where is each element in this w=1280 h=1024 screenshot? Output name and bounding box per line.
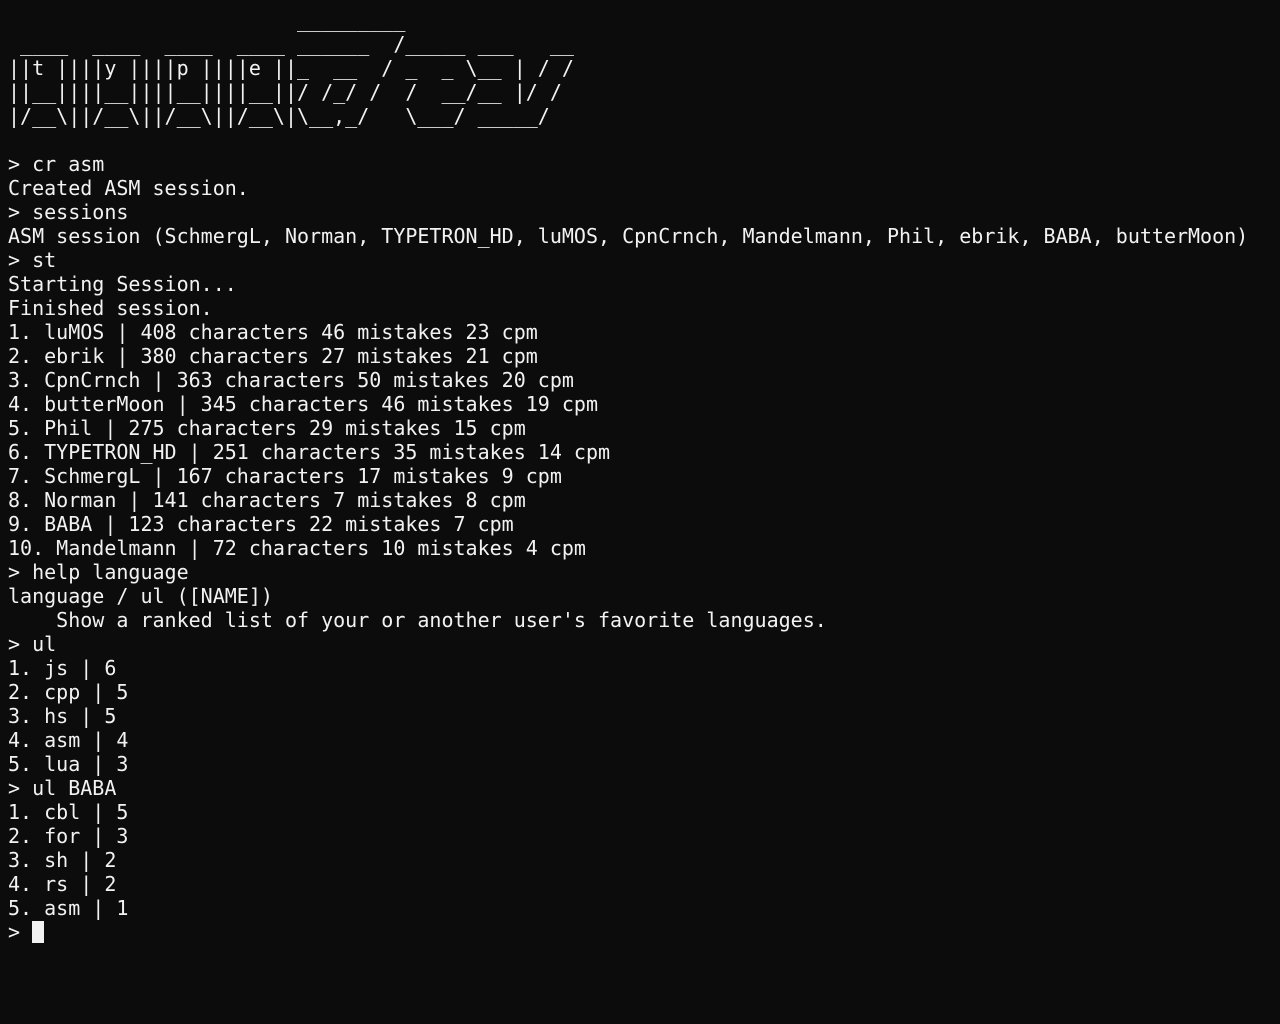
output-line: language / ul ([NAME]) xyxy=(8,584,273,608)
output-line: 1. js | 6 xyxy=(8,656,117,680)
banner-line: ____ ____ ____ ____ ______ /_____ ___ __ xyxy=(8,32,574,56)
output-line: 2. ebrik | 380 characters 27 mistakes 21… xyxy=(8,344,538,368)
output-line: 1. cbl | 5 xyxy=(8,800,129,824)
prompt-line[interactable]: > xyxy=(8,920,1272,944)
output-line: 10. Mandelmann | 72 characters 10 mistak… xyxy=(8,536,586,560)
output-line: 5. asm | 1 xyxy=(8,896,129,920)
command-line: > sessions xyxy=(8,200,129,224)
command-line: > ul BABA xyxy=(8,776,117,800)
terminal-output: > cr asm Created ASM session. > sessions AS… xyxy=(8,128,1272,920)
output-line: 6. TYPETRON_HD | 251 characters 35 mista… xyxy=(8,440,611,464)
command-line: > ul xyxy=(8,632,57,656)
output-line: Starting Session... xyxy=(8,272,237,296)
output-line: 9. BABA | 123 characters 22 mistakes 7 c… xyxy=(8,512,514,536)
output-line: 3. hs | 5 xyxy=(8,704,117,728)
output-line: 1. luMOS | 408 characters 46 mistakes 23… xyxy=(8,320,538,344)
output-line: 2. cpp | 5 xyxy=(8,680,129,704)
output-line: 4. butterMoon | 345 characters 46 mistak… xyxy=(8,392,599,416)
command-line: > help language xyxy=(8,560,189,584)
banner-line: ||t ||||y ||||p ||||e ||_ __ / _ _ \__ |… xyxy=(8,56,574,80)
output-line: 7. SchmergL | 167 characters 17 mistakes… xyxy=(8,464,562,488)
output-line: 8. Norman | 141 characters 7 mistakes 8 … xyxy=(8,488,526,512)
output-line: Finished session. xyxy=(8,296,213,320)
output-line: 4. asm | 4 xyxy=(8,728,129,752)
output-line: Show a ranked list of your or another us… xyxy=(8,608,827,632)
prompt-symbol: > xyxy=(8,920,33,944)
command-line: > st xyxy=(8,248,57,272)
output-line: 3. sh | 2 xyxy=(8,848,117,872)
banner-line: |/__\||/__\||/__\||/__\|\__,_/ \___/ ___… xyxy=(8,104,550,128)
output-line: 2. for | 3 xyxy=(8,824,129,848)
command-line: > cr asm xyxy=(8,152,105,176)
terminal-window[interactable]: _________ ____ ____ ____ ____ ______ /__… xyxy=(8,8,1272,1016)
output-line: Created ASM session. xyxy=(8,176,249,200)
output-line: 3. CpnCrnch | 363 characters 50 mistakes… xyxy=(8,368,574,392)
banner-line: ||__||||__||||__||||__||/ /_/ / / __/__ … xyxy=(8,80,562,104)
output-line: 5. Phil | 275 characters 29 mistakes 15 … xyxy=(8,416,526,440)
text-cursor[interactable] xyxy=(32,921,45,943)
output-line: 4. rs | 2 xyxy=(8,872,117,896)
output-line: 5. lua | 3 xyxy=(8,752,129,776)
output-line: ASM session (SchmergL, Norman, TYPETRON_… xyxy=(8,224,1249,248)
ascii-banner: _________ ____ ____ ____ ____ ______ /__… xyxy=(8,8,1272,128)
banner-line: _________ xyxy=(8,8,406,32)
